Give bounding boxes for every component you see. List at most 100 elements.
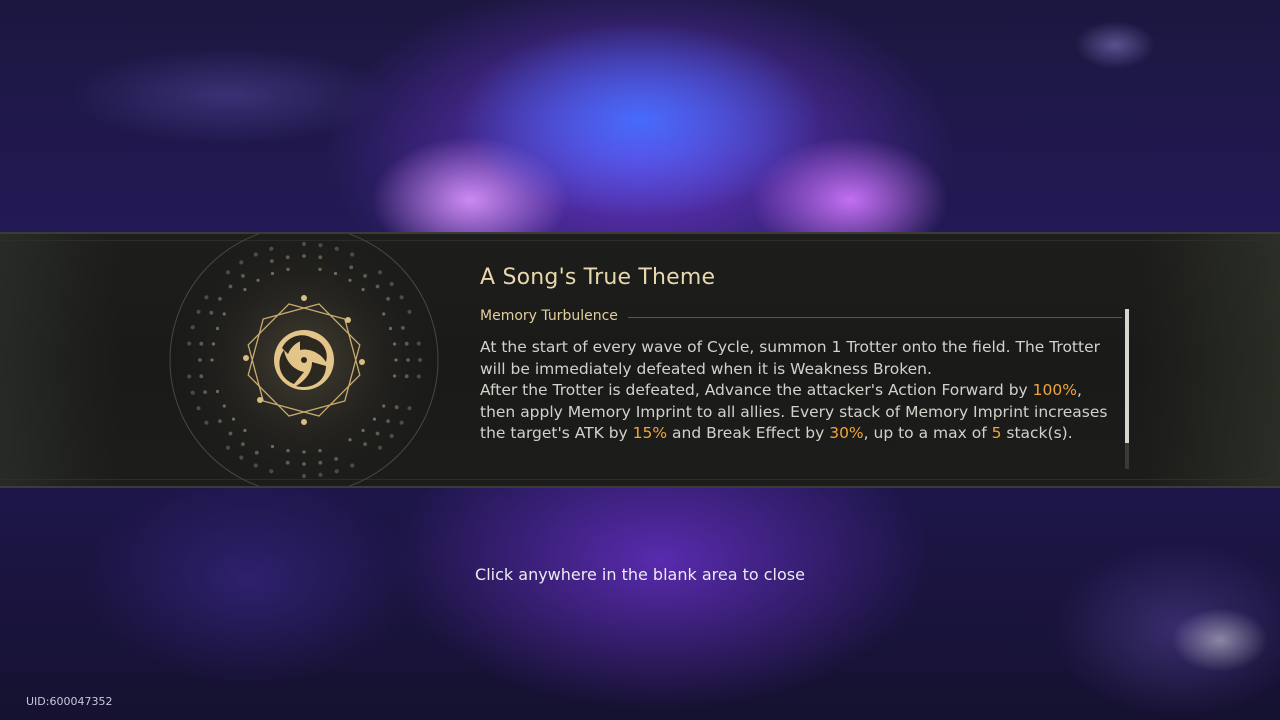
decor-dot — [204, 295, 209, 300]
description-text: , up to a max of — [863, 424, 992, 442]
decor-dot — [253, 252, 258, 257]
decor-dot — [222, 404, 226, 408]
decor-dot — [416, 341, 421, 346]
decor-dot — [187, 374, 192, 379]
decor-dot — [210, 358, 214, 362]
decor-dot — [243, 287, 247, 292]
decor-dot — [199, 341, 204, 346]
decor-dot — [198, 358, 202, 362]
decor-dot — [394, 405, 399, 410]
close-hint: Click anywhere in the blank area to clos… — [475, 565, 805, 584]
decor-dot — [363, 442, 367, 446]
description-text: After the Trotter is defeated, Advance t… — [480, 381, 1033, 399]
decor-dot — [406, 358, 410, 362]
atk-bonus-value: 15% — [632, 424, 668, 442]
decor-dot — [241, 442, 245, 446]
event-description: At the start of every wave of Cycle, sum… — [480, 337, 1122, 445]
decor-dot — [269, 246, 274, 251]
decor-dot — [334, 246, 339, 251]
decor-dot — [301, 241, 307, 247]
decor-dot — [349, 265, 354, 270]
decor-dot — [318, 255, 323, 260]
description-paragraph-2: After the Trotter is defeated, Advance t… — [480, 380, 1122, 445]
decor-dot — [301, 473, 307, 479]
decor-dot — [372, 417, 377, 421]
decor-dot — [218, 419, 222, 423]
description-paragraph-1: At the start of every wave of Cycle, sum… — [480, 338, 1100, 378]
decor-dot — [270, 259, 274, 263]
decor-dot — [375, 284, 380, 289]
decor-dot — [302, 462, 306, 466]
decor-dot — [348, 438, 352, 442]
decor-dot — [417, 357, 423, 363]
decor-dot — [350, 252, 355, 257]
swirl-emblem-icon — [169, 234, 439, 486]
event-title: A Song's True Theme — [480, 265, 716, 290]
decor-dot — [256, 278, 260, 282]
decor-dot — [416, 374, 421, 379]
decor-dot — [334, 457, 338, 461]
decor-dot — [225, 445, 231, 450]
decor-dot — [270, 271, 275, 276]
description-text: stack(s). — [1001, 424, 1073, 442]
decor-dot — [407, 406, 412, 411]
break-effect-value: 30% — [829, 424, 864, 442]
decor-dot — [190, 325, 195, 330]
decor-dot — [204, 420, 209, 425]
decor-dot — [211, 342, 215, 346]
decor-dot — [399, 295, 404, 300]
decor-dot — [231, 417, 236, 421]
decor-dot — [239, 455, 244, 460]
subtitle-row: Memory Turbulence — [480, 308, 1122, 328]
decor-dot — [363, 274, 367, 278]
scrollbar-thumb[interactable] — [1125, 309, 1129, 443]
decor-dot — [377, 445, 383, 450]
decor-dot — [209, 310, 214, 315]
decor-dot — [382, 312, 386, 316]
decor-dot — [286, 449, 290, 453]
background-overlay[interactable]: A Song's True Theme Memory Turbulence At… — [0, 0, 1280, 720]
decor-dot — [285, 460, 290, 465]
decor-dot — [187, 341, 192, 346]
decor-dot — [375, 431, 380, 436]
decor-dot — [389, 281, 394, 287]
decor-dot — [241, 274, 245, 278]
decor-dot — [382, 404, 386, 408]
decor-dot — [388, 326, 393, 331]
decor-dot — [318, 472, 323, 477]
decor-dot — [386, 297, 390, 301]
max-stacks-value: 5 — [991, 424, 1002, 442]
decor-dot — [393, 374, 397, 378]
decor-dot — [302, 254, 306, 258]
decor-dot — [286, 267, 290, 271]
decor-dot — [190, 390, 195, 395]
decor-dot — [285, 255, 290, 260]
subtitle-divider — [628, 317, 1122, 318]
decor-dot — [401, 326, 405, 330]
decor-dot — [228, 431, 233, 436]
panel-fade-left — [0, 234, 120, 486]
decor-dot — [199, 374, 204, 379]
decor-dot — [389, 433, 394, 439]
decor-dot — [269, 469, 274, 474]
decor-dot — [225, 270, 231, 275]
decor-dot — [334, 469, 339, 474]
decor-dot — [218, 297, 222, 301]
decor-dot — [243, 428, 247, 433]
decor-dot — [361, 287, 365, 292]
decor-dot — [270, 444, 275, 449]
decor-dot — [333, 271, 338, 276]
decor-dot — [393, 342, 397, 346]
uid-label: UID:600047352 — [26, 695, 113, 708]
decor-dot — [404, 341, 409, 346]
decor-dot — [196, 309, 201, 314]
decor-dot — [377, 270, 383, 275]
decor-dot — [215, 389, 220, 394]
decor-dot — [253, 463, 258, 468]
description-scrollbar[interactable] — [1125, 309, 1129, 469]
decor-dot — [361, 428, 365, 433]
decor-dot — [348, 278, 352, 282]
decor-dot — [239, 260, 244, 265]
decor-dot — [196, 406, 201, 411]
decor-dot — [215, 326, 220, 331]
